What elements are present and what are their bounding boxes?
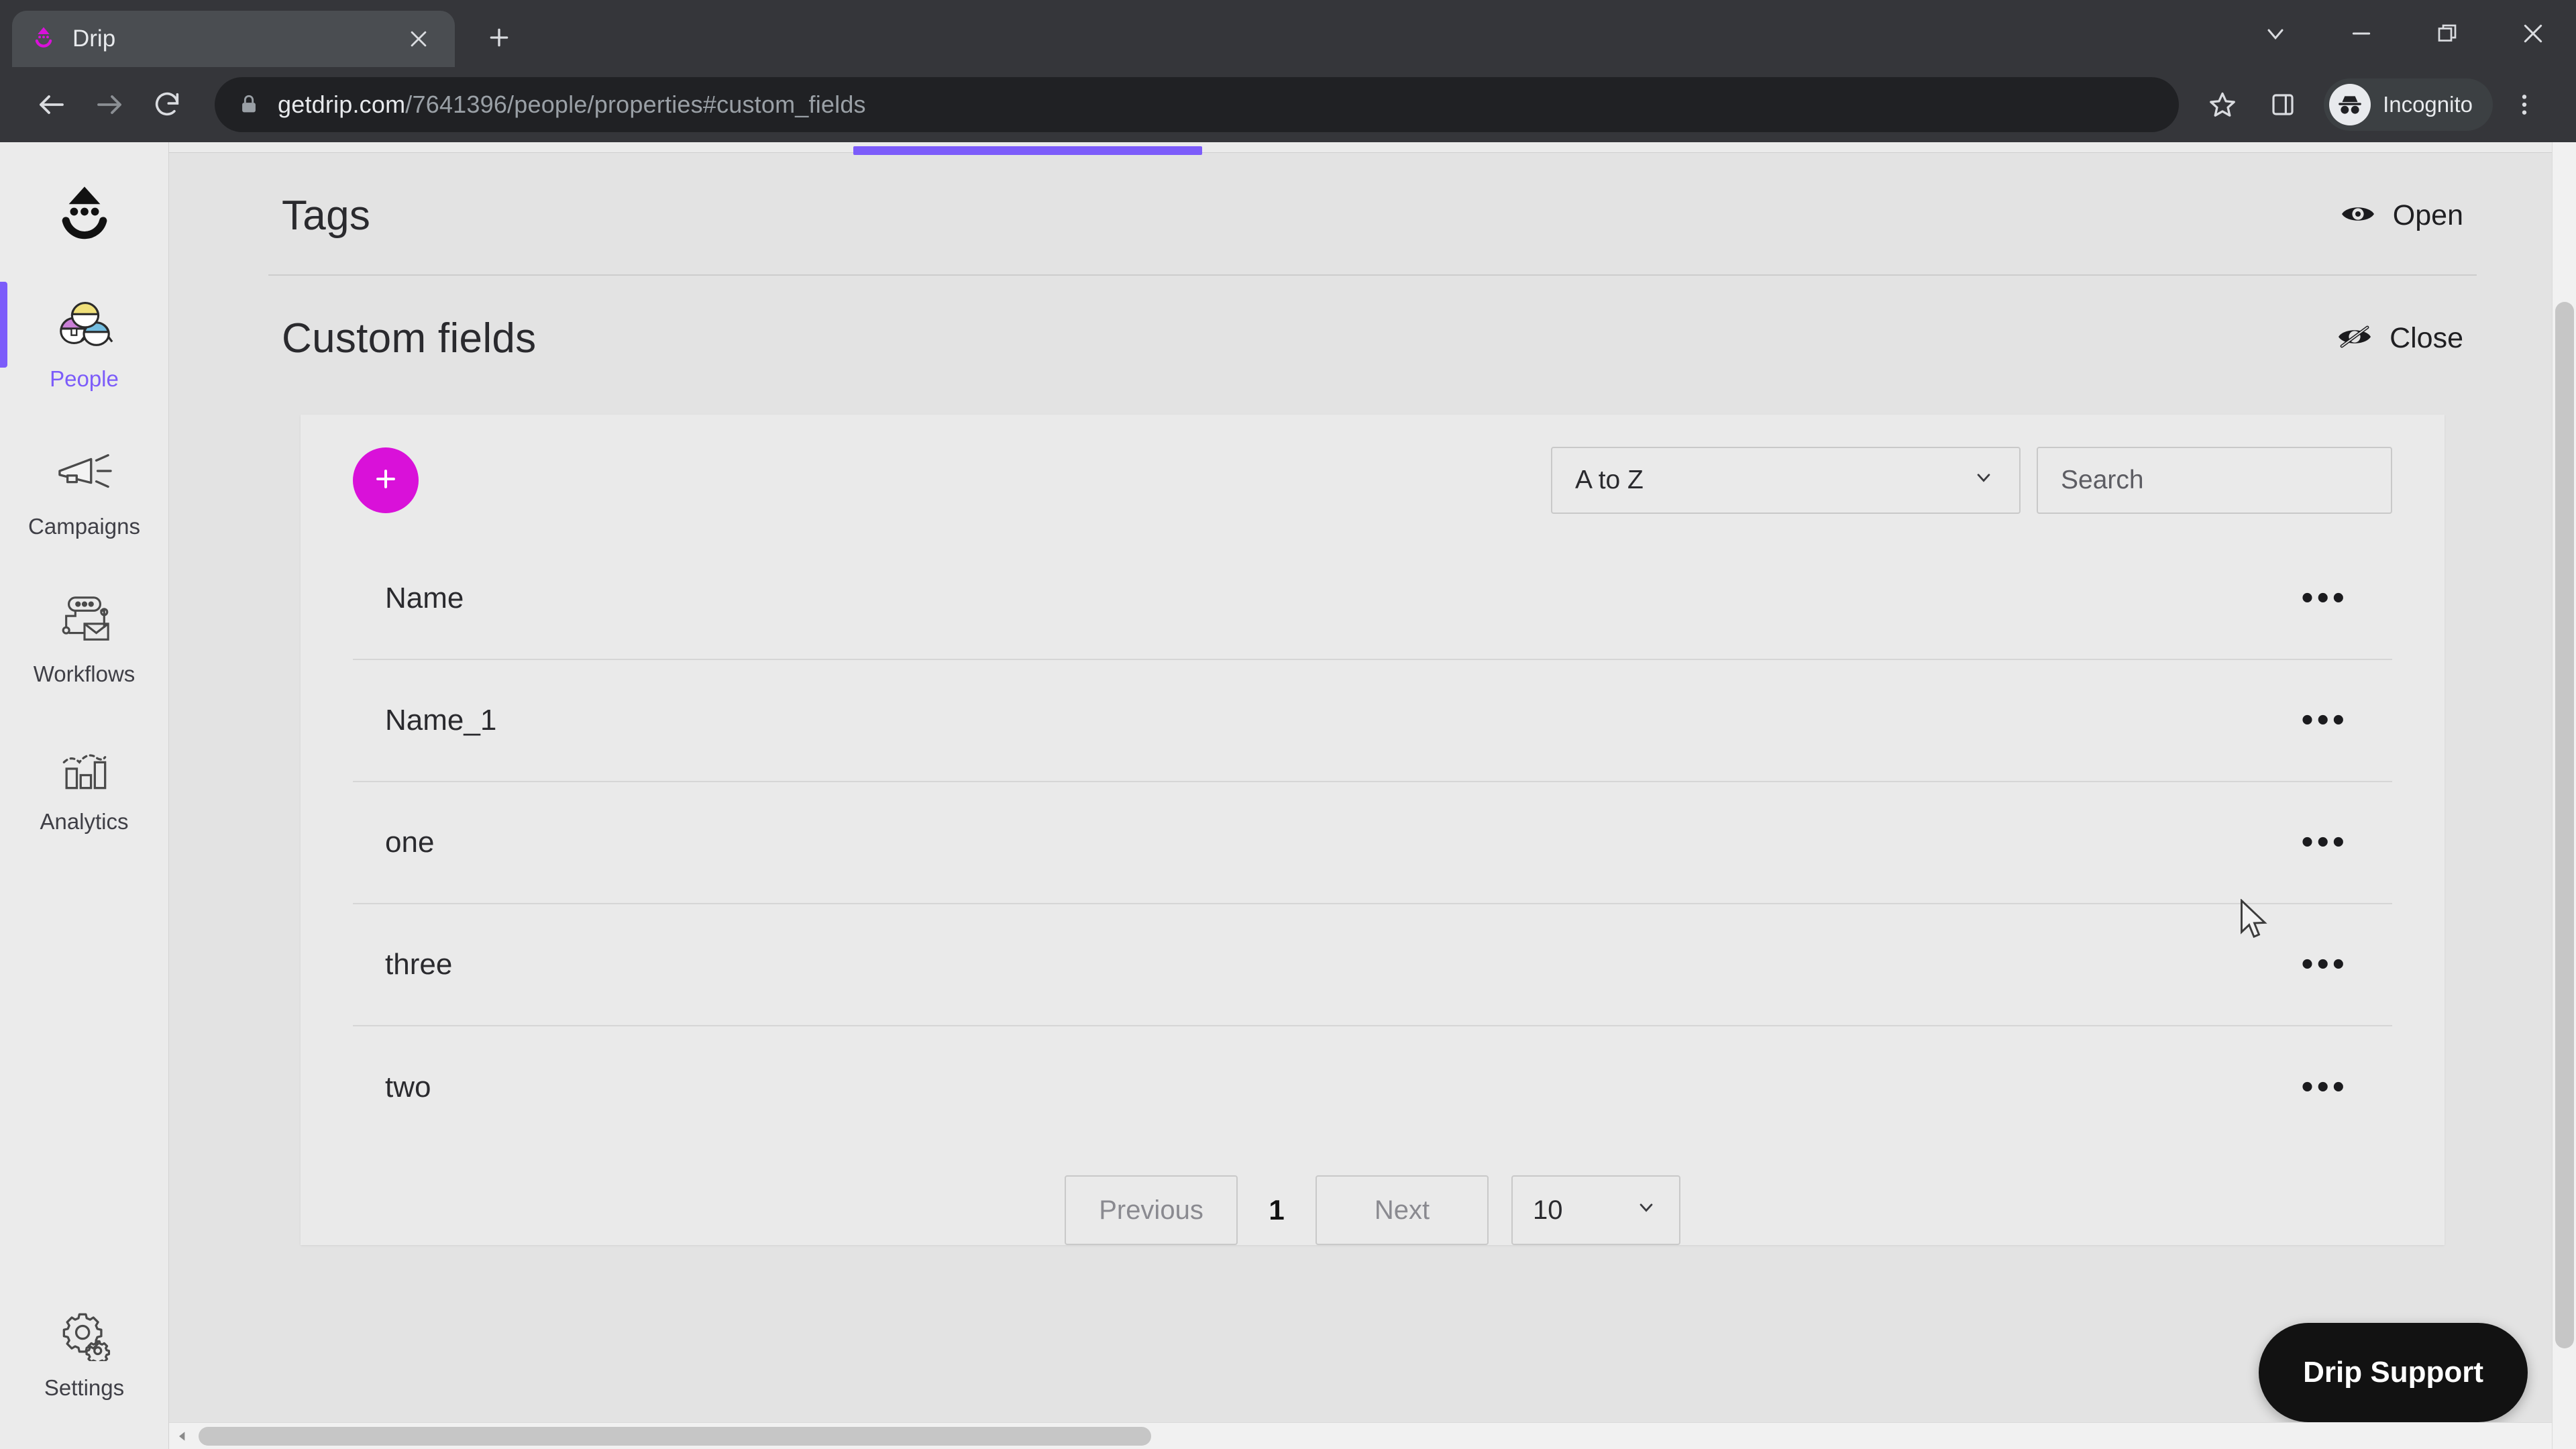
sidebar-item-analytics[interactable]: Analytics (0, 718, 169, 841)
chevron-down-icon (1633, 1194, 1659, 1226)
star-icon[interactable] (2194, 76, 2251, 133)
next-page-button[interactable]: Next (1316, 1175, 1489, 1245)
new-tab-button[interactable] (474, 12, 525, 63)
workflow-icon (53, 588, 116, 652)
custom-field-name: three (385, 948, 453, 981)
page-viewport: People Campaigns Workflows Analytics Set… (0, 142, 2576, 1449)
restore-icon[interactable] (2404, 0, 2490, 67)
drip-support-button[interactable]: Drip Support (2259, 1323, 2528, 1422)
section-tags: Tags Open (268, 153, 2477, 276)
url-path: /7641396/people/properties#custom_fields (405, 91, 866, 118)
sidebar-item-label: People (50, 366, 119, 391)
toggle-label: Close (2390, 322, 2463, 354)
kebab-horizontal-icon[interactable]: ••• (2292, 702, 2357, 737)
eye-icon (2341, 202, 2375, 229)
pagination: Previous 1 Next 10 (301, 1148, 2445, 1245)
sidebar-item-campaigns[interactable]: Campaigns (0, 423, 169, 546)
toolbar-actions: Incognito (2194, 76, 2553, 133)
custom-field-name: Name (385, 582, 464, 614)
drip-logo-icon (30, 25, 58, 53)
reload-icon[interactable] (138, 76, 196, 133)
incognito-icon (2329, 84, 2371, 125)
gears-icon (54, 1301, 115, 1366)
sidebar-item-label: Workflows (33, 661, 136, 686)
vertical-scrollbar[interactable] (2552, 142, 2576, 1449)
url-text: getdrip.com/7641396/people/properties#cu… (278, 91, 866, 119)
tags-open-toggle[interactable]: Open (2341, 199, 2463, 232)
arrow-left-icon[interactable] (23, 76, 80, 133)
add-custom-field-button[interactable] (353, 447, 419, 513)
chevron-down-icon[interactable] (2233, 0, 2318, 67)
section-title: Custom fields (282, 315, 537, 362)
browser-window: Drip getdrip.com/7641396/people/properti… (0, 0, 2576, 1449)
eye-off-icon (2337, 325, 2372, 352)
three-dots-vertical-icon[interactable] (2496, 76, 2553, 133)
page-size-value: 10 (1533, 1195, 1563, 1225)
profile-label: Incognito (2383, 92, 2473, 117)
window-controls (2233, 0, 2576, 67)
sidebar-item-label: Campaigns (28, 514, 140, 539)
search-input[interactable] (2061, 466, 2368, 495)
main-content: Tags Open Custom fields Close A to Z Sea… (169, 142, 2576, 1449)
vertical-scrollbar-thumb[interactable] (2555, 302, 2574, 1348)
plus-icon (371, 464, 400, 497)
tab-title: Drip (72, 25, 116, 52)
browser-toolbar: getdrip.com/7641396/people/properties#cu… (0, 67, 2576, 142)
arrow-right-icon[interactable] (80, 76, 138, 133)
custom-fields-list: Name ••• Name_1 ••• one ••• three ••• tw… (301, 538, 2445, 1148)
sidebar-item-label: Settings (44, 1375, 125, 1400)
kebab-horizontal-icon[interactable]: ••• (2292, 824, 2357, 859)
table-row[interactable]: three ••• (353, 904, 2392, 1026)
search-box[interactable] (2037, 447, 2392, 514)
kebab-horizontal-icon[interactable]: ••• (2292, 947, 2357, 981)
horizontal-scrollbar[interactable] (169, 1422, 2552, 1449)
custom-fields-panel: A to Z Name ••• (301, 415, 2445, 1245)
close-icon[interactable] (2490, 0, 2576, 67)
scroll-left-arrow-icon[interactable] (169, 1430, 196, 1443)
horizontal-scrollbar-thumb[interactable] (199, 1427, 1151, 1446)
chevron-down-icon (1971, 464, 1996, 496)
profile-chip[interactable]: Incognito (2324, 78, 2493, 131)
sidebar-item-people[interactable]: People (0, 275, 169, 398)
custom-fields-close-toggle[interactable]: Close (2337, 322, 2463, 355)
table-row[interactable]: Name_1 ••• (353, 660, 2392, 782)
table-row[interactable]: Name ••• (353, 538, 2392, 660)
url-host: getdrip.com (278, 91, 406, 118)
address-bar[interactable]: getdrip.com/7641396/people/properties#cu… (215, 77, 2180, 132)
section-title: Tags (282, 193, 371, 239)
table-row[interactable]: one ••• (353, 782, 2392, 904)
table-row[interactable]: two ••• (353, 1026, 2392, 1148)
people-icon (53, 292, 116, 357)
previous-page-button[interactable]: Previous (1065, 1175, 1238, 1245)
current-page-number[interactable]: 1 (1260, 1194, 1293, 1226)
kebab-horizontal-icon[interactable]: ••• (2292, 1069, 2357, 1104)
sidebar-item-workflows[interactable]: Workflows (0, 570, 169, 694)
sidebar-item-settings[interactable]: Settings (0, 1284, 169, 1407)
lock-icon (237, 93, 260, 116)
bar-chart-icon (54, 735, 115, 800)
minimize-icon[interactable] (2318, 0, 2404, 67)
panel-toolbar: A to Z (301, 415, 2445, 538)
properties-content: Tags Open Custom fields Close A to Z Sea… (169, 153, 2576, 1449)
sidebar-item-label: Analytics (40, 809, 129, 834)
custom-field-name: Name_1 (385, 704, 497, 737)
side-panel-icon[interactable] (2254, 76, 2312, 133)
custom-field-name: one (385, 826, 435, 859)
megaphone-icon (53, 440, 116, 504)
custom-field-name: two (385, 1071, 431, 1104)
app-sidebar: People Campaigns Workflows Analytics Set… (0, 142, 169, 1449)
page-size-select[interactable]: 10 (1511, 1175, 1680, 1245)
section-custom-fields: Custom fields Close (268, 276, 2477, 397)
close-icon[interactable] (400, 20, 437, 58)
drip-logo-icon[interactable] (44, 177, 125, 251)
tab-strip: Drip (0, 0, 2576, 67)
kebab-horizontal-icon[interactable]: ••• (2292, 580, 2357, 615)
browser-tab[interactable]: Drip (12, 11, 455, 67)
toggle-label: Open (2392, 199, 2463, 231)
sort-select-value: A to Z (1575, 466, 1644, 494)
sort-select[interactable]: A to Z (1551, 447, 2021, 514)
page-tabbar (169, 142, 2576, 155)
